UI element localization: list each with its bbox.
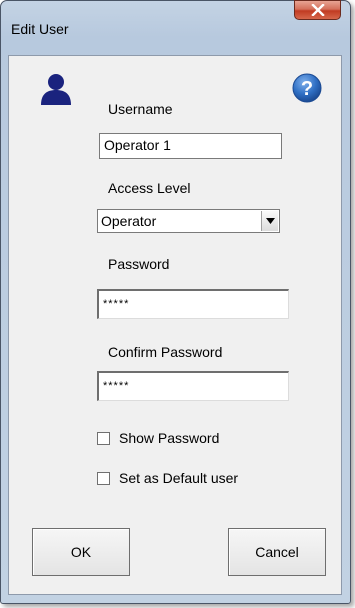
username-value: Operator 1 <box>104 137 171 153</box>
title-bar[interactable]: Edit User <box>1 0 350 36</box>
password-value: ***** <box>103 298 130 310</box>
password-input[interactable]: ***** <box>97 289 289 319</box>
close-icon <box>311 4 325 16</box>
access-level-label: Access Level <box>108 180 191 196</box>
close-button[interactable] <box>294 0 341 20</box>
dialog-body: ? Username Operator 1 Access Level Opera… <box>8 55 342 595</box>
confirm-password-input[interactable]: ***** <box>97 371 289 401</box>
dropdown-button[interactable] <box>261 211 278 231</box>
help-symbol: ? <box>301 78 313 100</box>
confirm-password-label: Confirm Password <box>108 344 223 360</box>
user-icon <box>41 74 71 105</box>
show-password-checkbox[interactable] <box>97 432 110 445</box>
cancel-button[interactable]: Cancel <box>228 528 326 576</box>
default-user-label: Set as Default user <box>119 470 239 486</box>
chevron-down-icon <box>266 218 275 224</box>
show-password-label: Show Password <box>119 430 220 446</box>
access-level-select[interactable]: Operator <box>97 209 280 233</box>
username-input[interactable]: Operator 1 <box>99 133 282 159</box>
window-title: Edit User <box>11 21 69 37</box>
edit-user-dialog: Edit User ? Username Operator 1 Access L… <box>0 0 351 604</box>
access-level-value: Operator <box>101 213 157 229</box>
ok-button[interactable]: OK <box>32 528 130 576</box>
password-label: Password <box>108 256 170 272</box>
username-label: Username <box>108 101 173 117</box>
help-icon: ? <box>292 73 322 103</box>
help-button[interactable]: ? <box>292 73 322 103</box>
confirm-password-value: ***** <box>103 380 130 392</box>
default-user-checkbox[interactable] <box>97 472 110 485</box>
